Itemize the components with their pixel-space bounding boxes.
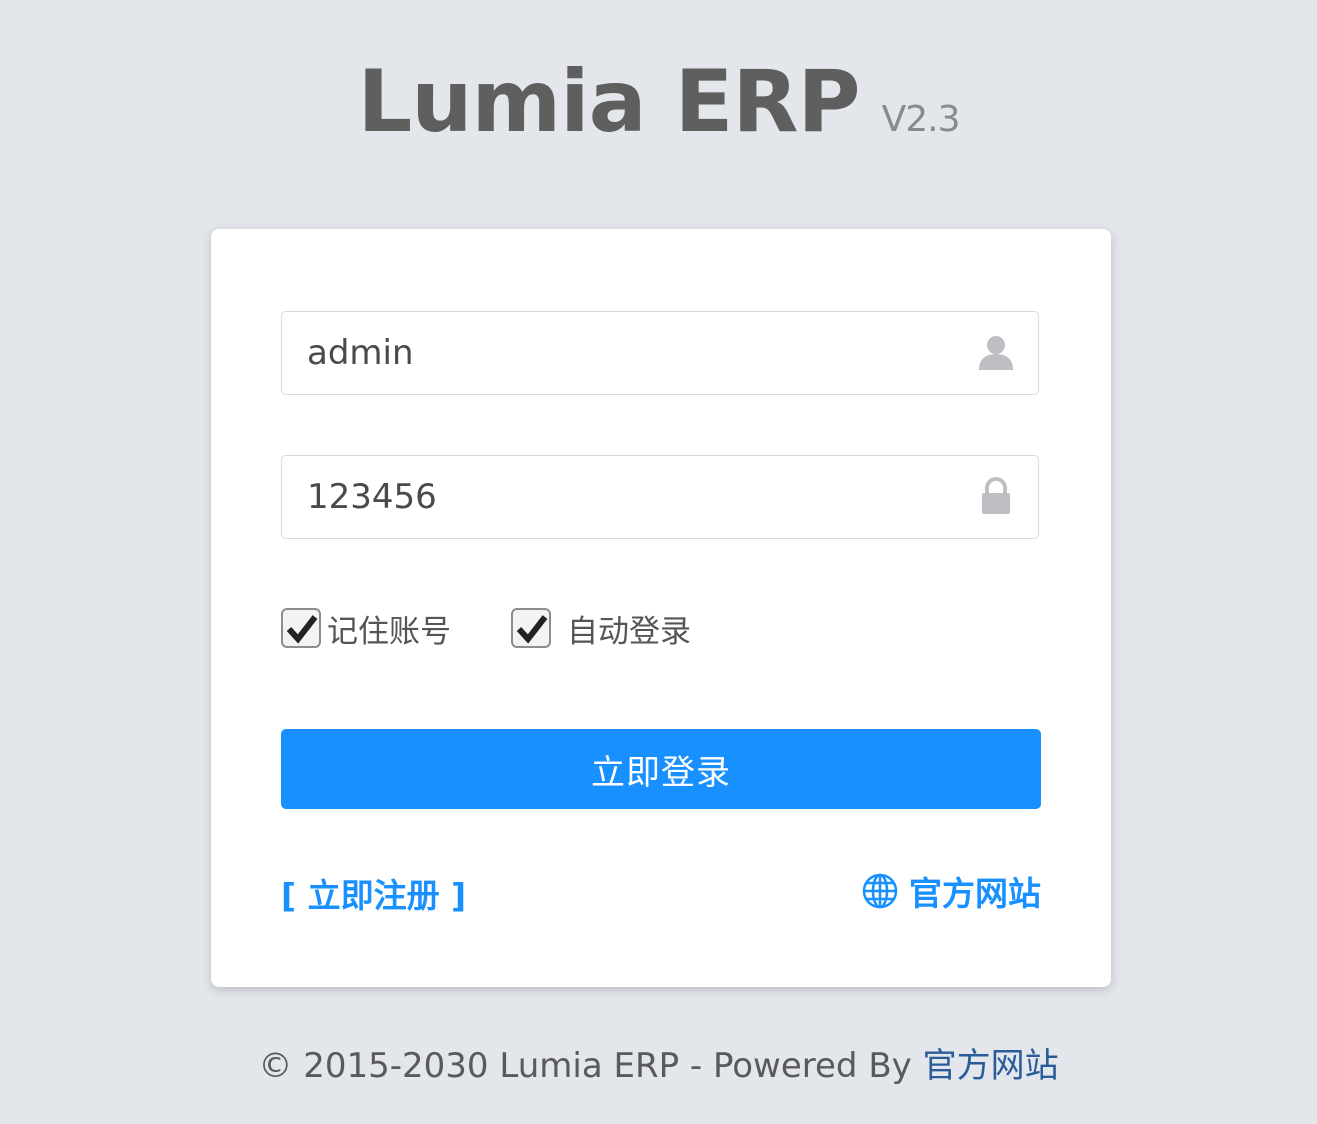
auto-login-checkbox[interactable]: 自动登录 (511, 604, 691, 652)
remember-account-checkbox[interactable]: 记住账号 (281, 604, 451, 652)
app-version: V2.3 (881, 99, 961, 140)
remember-account-label: 记住账号 (327, 613, 451, 650)
auto-login-box[interactable] (511, 608, 551, 648)
checkmark-icon (286, 615, 318, 644)
footer-copyright: © 2015-2030 Lumia ERP - Powered By (258, 1046, 923, 1086)
auto-login-label: 自动登录 (567, 613, 691, 650)
footer: © 2015-2030 Lumia ERP - Powered By 官方网站 (0, 1038, 1317, 1087)
official-site-link[interactable]: 官方网站 (861, 867, 1041, 915)
password-field[interactable] (281, 455, 1039, 539)
register-link[interactable]: [ 立即注册 ] (281, 869, 466, 917)
globe-icon (862, 873, 898, 909)
footer-official-site-link[interactable]: 官方网站 (923, 1046, 1059, 1086)
login-page: Lumia ERP V2.3 admin 123456 记住账号 自动登录 立即… (0, 0, 1317, 1124)
login-options: 记住账号 自动登录 (281, 604, 1041, 654)
password-input[interactable] (282, 456, 962, 538)
login-button[interactable]: 立即登录 (281, 729, 1041, 809)
username-input[interactable] (282, 312, 962, 394)
brand-header: Lumia ERP V2.3 (0, 52, 1317, 152)
app-title: Lumia ERP (357, 52, 861, 152)
remember-account-box[interactable] (281, 608, 321, 648)
username-field[interactable] (281, 311, 1039, 395)
lock-icon (976, 476, 1016, 516)
user-icon (976, 332, 1016, 372)
official-site-label: 官方网站 (909, 874, 1041, 913)
checkmark-icon (516, 615, 548, 644)
login-card: 记住账号 自动登录 立即登录 [ 立即注册 ] 官方网站 (211, 229, 1111, 987)
